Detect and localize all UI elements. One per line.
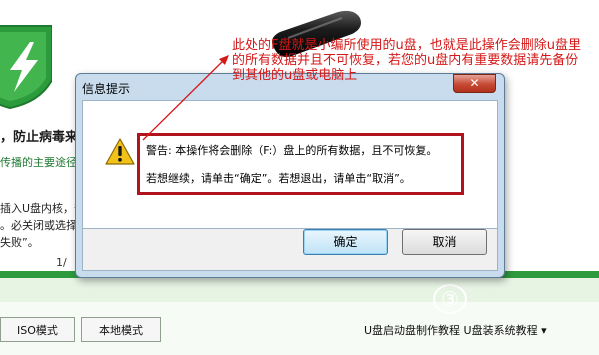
- warning-icon: [105, 138, 135, 165]
- step-number-badge: ③: [433, 284, 467, 314]
- bg-text-line-1: 插入U盘内核，部: [0, 202, 86, 215]
- bg-bottom-links[interactable]: U盘启动盘制作教程 U盘装系统教程 ▾: [364, 322, 547, 338]
- red-annotation-text: 此处的F盘就是小编所使用的u盘，也就是此操作会删除u盘里的所有数据并且不可恢复，…: [232, 38, 581, 83]
- tab-local-mode[interactable]: 本地模式: [81, 317, 161, 342]
- cancel-button[interactable]: 取消: [402, 229, 487, 255]
- bg-heading: ，防止病毒来: [0, 130, 79, 145]
- bg-green-band: [0, 278, 599, 302]
- bg-subheading: 传播的主要途径: [0, 156, 77, 169]
- warning-message-box: 警告: 本操作将会删除（F:）盘上的所有数据，且不可恢复。 若想继续，请单击“确…: [137, 133, 464, 195]
- confirm-button[interactable]: 确定: [303, 229, 388, 255]
- shield-logo-icon: [0, 25, 52, 110]
- bg-page-indicator: 1/: [56, 256, 67, 269]
- bg-text-line-2: 。必关闭或选择: [0, 219, 77, 232]
- tab-iso-mode[interactable]: ISO模式: [0, 317, 75, 342]
- dialog-title: 信息提示: [82, 82, 131, 96]
- bg-text-line-3: 失败”。: [0, 236, 39, 249]
- warning-message-line-1: 警告: 本操作将会删除（F:）盘上的所有数据，且不可恢复。: [146, 144, 438, 157]
- warning-message-line-2: 若想继续，请单击“确定”。若想退出，请单击“取消”。: [146, 172, 411, 185]
